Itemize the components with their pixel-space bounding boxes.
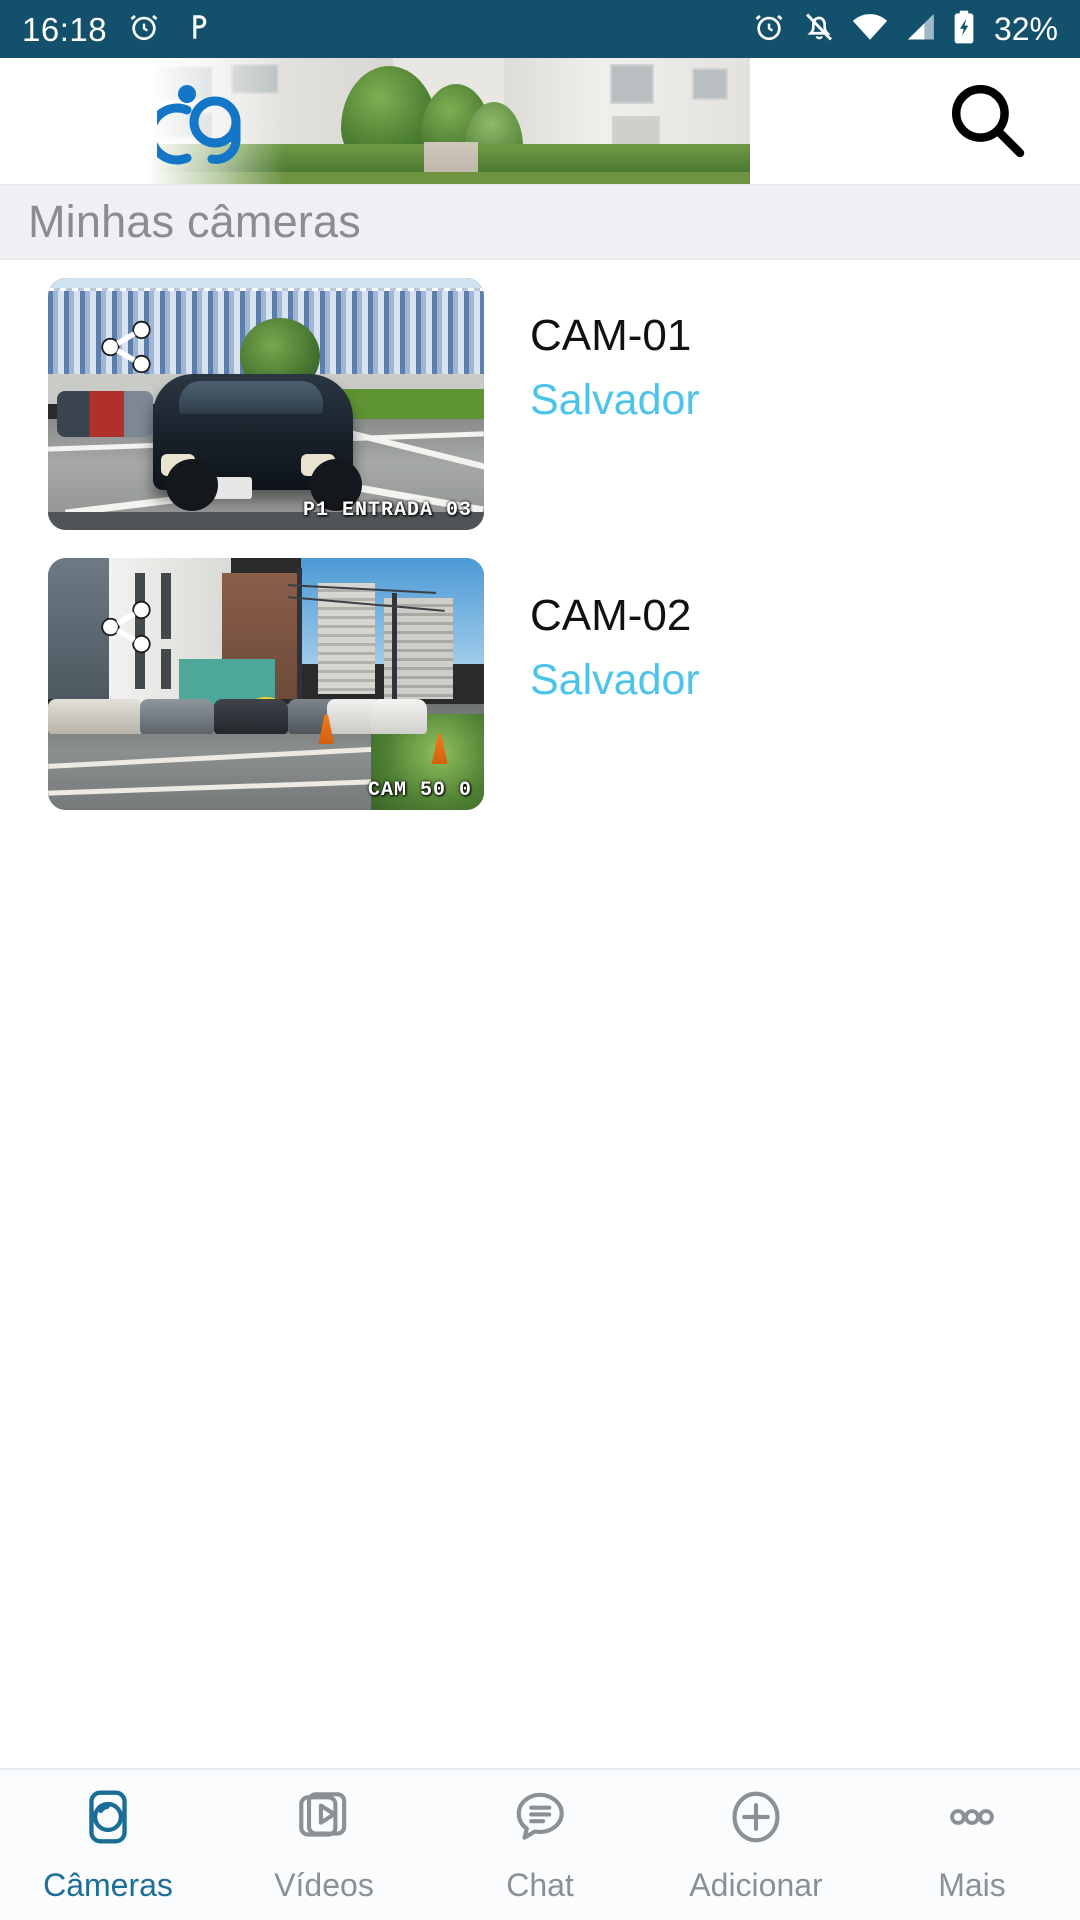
nav-label-videos: Vídeos <box>274 1867 374 1903</box>
search-button[interactable] <box>932 66 1042 176</box>
nav-item-videos[interactable]: Vídeos <box>216 1770 432 1920</box>
nav-label-cameras: Câmeras <box>43 1867 173 1903</box>
section-title: Minhas câmeras <box>28 196 361 247</box>
camera-overlay-text: P1 ENTRADA 03 <box>302 499 472 522</box>
camera-name: CAM-02 <box>530 591 692 640</box>
app-root: 16:18 32% Minhas câmeras P1 ENTRADA 03 C… <box>0 0 1080 1920</box>
nav-item-mais[interactable]: Mais <box>864 1770 1080 1920</box>
camera-location: Salvador <box>530 376 700 424</box>
status-bar-left: 16:18 <box>22 10 213 49</box>
nav-label-mais: Mais <box>938 1867 1006 1903</box>
i9-logo <box>146 80 249 166</box>
camera-list-item[interactable]: CAM 50 0 CAM-02 Salvador <box>0 530 1080 810</box>
camera-list-item[interactable]: P1 ENTRADA 03 CAM-01 Salvador <box>0 260 1080 530</box>
cellular-signal-icon <box>904 12 936 47</box>
camera-location: Salvador <box>530 656 700 704</box>
status-bar-clock: 16:18 <box>22 10 108 48</box>
nav-item-cameras[interactable]: Câmeras <box>0 1770 216 1920</box>
camera-icon <box>77 1786 139 1853</box>
header-banner-image <box>135 58 750 184</box>
nav-label-chat: Chat <box>506 1867 574 1903</box>
nav-item-chat[interactable]: Chat <box>432 1770 648 1920</box>
wifi-icon <box>852 12 888 47</box>
more-horizontal-icon <box>941 1786 1003 1853</box>
camera-meta: CAM-02 Salvador <box>484 558 700 709</box>
battery-percentage: 32% <box>993 11 1058 47</box>
camera-list: P1 ENTRADA 03 CAM-01 Salvador CAM 50 0 C… <box>0 260 1080 1768</box>
camera-thumbnail[interactable]: CAM 50 0 <box>48 558 484 810</box>
status-bar-right: 32% <box>752 10 1058 49</box>
camera-meta: CAM-01 Salvador <box>484 278 700 429</box>
battery-charging-icon <box>952 10 976 49</box>
alarm-icon <box>752 10 786 49</box>
status-bar: 16:18 32% <box>0 0 1080 58</box>
notifications-off-icon <box>802 10 836 49</box>
bottom-navigation: Câmeras Vídeos Chat Adicionar Mais <box>0 1768 1080 1920</box>
search-icon <box>943 76 1031 167</box>
share-icon[interactable] <box>96 596 158 663</box>
app-bar <box>0 58 1080 184</box>
nav-label-adicionar: Adicionar <box>689 1867 823 1903</box>
section-header: Minhas câmeras <box>0 184 1080 260</box>
camera-thumbnail[interactable]: P1 ENTRADA 03 <box>48 278 484 530</box>
camera-name: CAM-01 <box>530 311 692 360</box>
share-icon[interactable] <box>96 316 158 383</box>
nav-item-adicionar[interactable]: Adicionar <box>648 1770 864 1920</box>
camera-overlay-text: CAM 50 0 <box>367 779 472 802</box>
plus-circle-icon <box>725 1786 787 1853</box>
video-library-icon <box>293 1786 355 1853</box>
alarm-icon <box>127 10 161 49</box>
chat-bubble-icon <box>509 1786 571 1853</box>
pocket-casts-icon <box>181 11 213 48</box>
